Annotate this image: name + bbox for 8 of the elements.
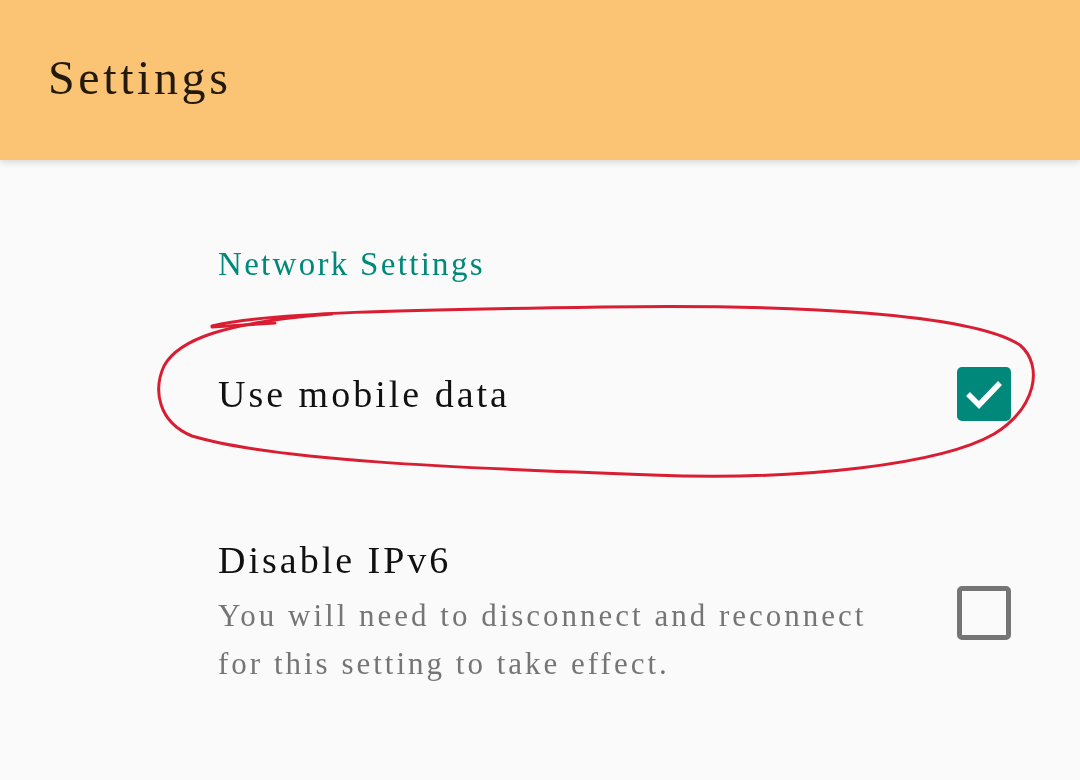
setting-title: Use mobile data [218, 372, 511, 417]
checkbox[interactable] [957, 586, 1011, 640]
checkbox[interactable] [957, 367, 1011, 421]
category-title: Network Settings [218, 245, 485, 284]
setting-summary: You will need to disconnect and reconnect for this setting to take effect. [218, 597, 868, 683]
checkmark-icon [965, 379, 1003, 409]
screen-title: Settings [48, 50, 232, 106]
setting-title: Disable IPv6 [218, 538, 453, 582]
